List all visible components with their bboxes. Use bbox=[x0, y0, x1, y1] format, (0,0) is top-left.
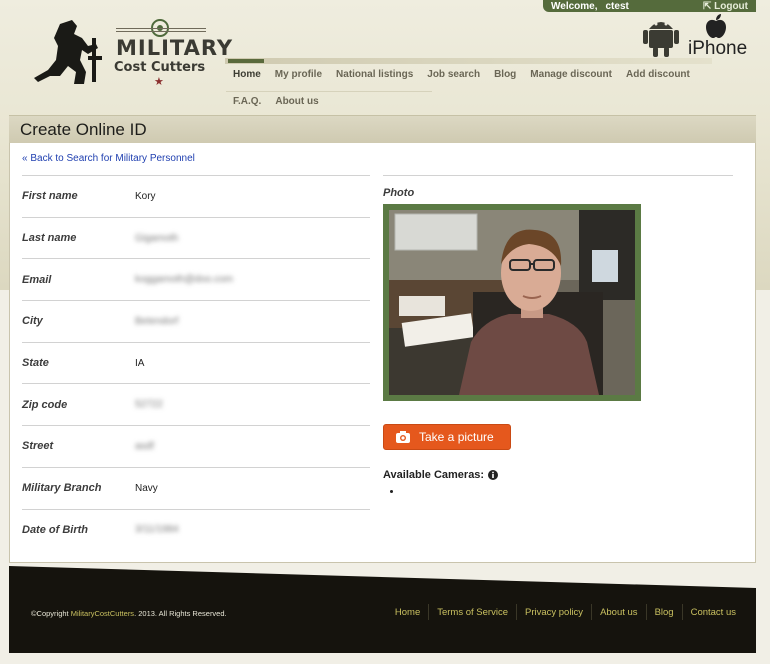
take-picture-button[interactable]: Take a picture bbox=[383, 424, 511, 450]
take-picture-label: Take a picture bbox=[419, 430, 494, 444]
username: ctest bbox=[605, 0, 629, 12]
field-value: asdf bbox=[135, 440, 154, 452]
field-value: 52722 bbox=[135, 399, 163, 411]
welcome-text: Welcome, bbox=[551, 0, 598, 12]
field-value: IA bbox=[135, 357, 145, 369]
android-icon[interactable] bbox=[641, 13, 681, 59]
nav-divider bbox=[226, 91, 432, 92]
field-row-city: City Betendorf bbox=[22, 300, 370, 342]
field-label: Last name bbox=[22, 232, 77, 245]
copyright-prefix: ©Copyright bbox=[31, 609, 71, 618]
footer-link-privacy-policy[interactable]: Privacy policy bbox=[515, 604, 591, 620]
field-label: First name bbox=[22, 190, 78, 203]
logo-subtitle: Cost Cutters bbox=[114, 60, 206, 75]
soldier-logo-icon bbox=[34, 20, 102, 84]
field-label: Date of Birth bbox=[22, 523, 88, 536]
footer: ©Copyright MilitaryCostCutters. 2013. Al… bbox=[9, 566, 756, 653]
nav-item-home[interactable]: Home bbox=[226, 66, 268, 83]
field-label: Email bbox=[22, 273, 52, 286]
nav-active-indicator bbox=[228, 59, 264, 63]
field-label: Zip code bbox=[22, 398, 68, 411]
field-value: koggamoth@doo.com bbox=[135, 274, 233, 286]
nav-item-manage-discount[interactable]: Manage discount bbox=[523, 66, 619, 83]
field-row-first-name: First name Kory bbox=[22, 175, 370, 217]
main-nav: Home My profile National listings Job se… bbox=[226, 66, 716, 120]
field-row-state: State IA bbox=[22, 341, 370, 384]
field-row-last-name: Last name Gigamoth bbox=[22, 216, 370, 259]
footer-link-terms-of-service[interactable]: Terms of Service bbox=[428, 604, 516, 620]
nav-item-blog[interactable]: Blog bbox=[487, 66, 523, 83]
photo-label: Photo bbox=[383, 187, 415, 199]
profile-fields: First name Kory Last name Gigamoth Email… bbox=[22, 175, 370, 550]
logout-link[interactable]: ⇱ Logout bbox=[703, 1, 748, 12]
field-label: City bbox=[22, 315, 43, 328]
back-to-search-link[interactable]: « Back to Search for Military Personnel bbox=[22, 153, 195, 164]
copyright-text: ©Copyright MilitaryCostCutters. 2013. Al… bbox=[31, 609, 227, 618]
field-label: Street bbox=[22, 440, 54, 453]
field-row-military-branch: Military Branch Navy bbox=[22, 466, 370, 509]
field-row-zip-code: Zip code 52722 bbox=[22, 383, 370, 425]
camera-icon bbox=[396, 431, 410, 443]
user-bar: Welcome, ctest ⇱ Logout bbox=[543, 0, 756, 12]
footer-link-about-us[interactable]: About us bbox=[591, 604, 646, 620]
nav-item-my-profile[interactable]: My profile bbox=[268, 66, 329, 83]
camera-list-item bbox=[390, 490, 393, 493]
page-title: Create Online ID bbox=[20, 120, 147, 139]
nav-item-about-us[interactable]: About us bbox=[268, 93, 325, 110]
footer-link-blog[interactable]: Blog bbox=[645, 604, 682, 620]
field-value: Navy bbox=[135, 482, 158, 494]
photo-frame bbox=[383, 204, 641, 401]
footer-links: Home Terms of Service Privacy policy Abo… bbox=[387, 604, 744, 620]
field-label: Military Branch bbox=[22, 482, 102, 495]
copyright-suffix: . 2013. All Rights Reserved. bbox=[134, 609, 227, 618]
field-value: Betendorf bbox=[135, 315, 179, 327]
webcam-photo bbox=[389, 210, 635, 395]
logo-rule bbox=[116, 28, 206, 32]
copyright-brand: MilitaryCostCutters bbox=[70, 609, 135, 618]
logout-label: Logout bbox=[714, 0, 748, 12]
nav-item-add-discount[interactable]: Add discount bbox=[619, 66, 697, 83]
nav-item-job-search[interactable]: Job search bbox=[420, 66, 487, 83]
nav-item-national-listings[interactable]: National listings bbox=[329, 66, 420, 83]
title-band: Create Online ID bbox=[9, 115, 756, 143]
apple-icon[interactable] bbox=[705, 13, 727, 39]
logo-title: MILITARY bbox=[116, 36, 234, 60]
iphone-label[interactable]: iPhone bbox=[688, 38, 747, 60]
footer-slant bbox=[9, 566, 756, 588]
footer-link-contact-us[interactable]: Contact us bbox=[681, 604, 744, 620]
available-cameras-label: Available Cameras: bbox=[383, 469, 499, 481]
footer-link-home[interactable]: Home bbox=[387, 604, 428, 620]
main-panel: « Back to Search for Military Personnel … bbox=[9, 143, 756, 563]
field-value: 3/11/1984 bbox=[135, 524, 179, 536]
field-row-email: Email koggamoth@doo.com bbox=[22, 258, 370, 300]
logo-star-icon: ★ bbox=[154, 76, 164, 88]
field-label: State bbox=[22, 357, 49, 370]
field-row-date-of-birth: Date of Birth 3/11/1984 bbox=[22, 508, 370, 551]
field-value: Kory bbox=[135, 190, 156, 202]
nav-item-faq[interactable]: F.A.Q. bbox=[226, 93, 268, 110]
field-row-street: Street asdf bbox=[22, 425, 370, 467]
field-value: Gigamoth bbox=[135, 232, 179, 244]
nav-bar-rule bbox=[225, 58, 712, 64]
info-icon[interactable] bbox=[488, 470, 499, 480]
available-cameras-text: Available Cameras: bbox=[383, 469, 485, 481]
photo-rule bbox=[383, 175, 733, 176]
